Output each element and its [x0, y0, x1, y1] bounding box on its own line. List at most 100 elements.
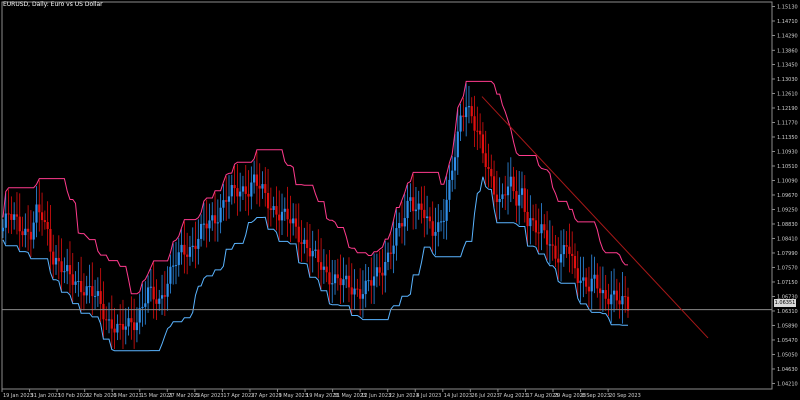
y-tick-label: 1.08410 [777, 236, 798, 242]
candle-body [119, 323, 122, 325]
candle-body [239, 191, 242, 197]
candle-body [18, 216, 21, 232]
candle-body [487, 167, 490, 169]
candle-body [618, 300, 621, 305]
time-axis[interactable]: 19 Jan 202331 Jan 202310 Feb 202322 Feb … [1, 389, 641, 399]
candle-body [437, 222, 440, 232]
candle-body [506, 186, 510, 196]
candle-body [68, 265, 72, 275]
candle-body [227, 196, 231, 202]
candle-body [186, 254, 189, 257]
candle-body [110, 319, 113, 329]
candle-body [554, 245, 557, 259]
candle-body [551, 244, 554, 246]
candle-body [138, 308, 141, 323]
candle-body [596, 274, 599, 289]
candle-body [244, 186, 247, 194]
candle-body [180, 244, 183, 253]
candle-body [275, 206, 278, 215]
candle-body [303, 239, 306, 244]
chart-canvas[interactable]: 1.15130 1.14710 1.14290 1.13860 1.13450 1.130… [0, 0, 800, 400]
price-chart[interactable]: 1.15130 1.14710 1.14290 1.13860 1.13450 1.130… [0, 0, 800, 400]
candle-body [495, 194, 498, 203]
x-tick-label: 17 Apr 2023 [223, 393, 254, 399]
candle-body [467, 106, 471, 108]
candle-body [286, 208, 289, 220]
x-tick-label: 31 Jan 2023 [31, 393, 61, 399]
candle-body [386, 252, 390, 262]
candle-body [225, 200, 228, 202]
y-tick-label: 1.13860 [777, 48, 798, 54]
candle-body [367, 280, 370, 282]
y-tick-label: 1.13450 [777, 62, 798, 68]
candle-body [208, 220, 211, 229]
x-tick-label: 19 Jan 2023 [3, 393, 33, 399]
candle-body [10, 214, 13, 220]
candle-body [529, 218, 532, 227]
candle-body [537, 232, 540, 234]
y-tick-label: 1.07150 [777, 280, 798, 286]
candle-body [21, 231, 24, 236]
candle-body [88, 286, 91, 288]
candle-body [205, 223, 208, 229]
candle-body [515, 191, 518, 206]
candle-body [582, 277, 585, 281]
candle-body [534, 220, 538, 233]
candle-body [308, 248, 312, 257]
candle-body [82, 292, 86, 296]
candle-body [113, 328, 116, 333]
price-axis[interactable]: 1.15130 1.14710 1.14290 1.13860 1.13450 1.130… [772, 4, 798, 387]
y-tick-label: 1.05890 [777, 323, 798, 329]
candle-body [289, 219, 292, 224]
candle-body [434, 231, 437, 236]
candle-body [559, 254, 563, 263]
candle-body [501, 194, 504, 199]
candle-body [610, 294, 613, 305]
candle-body [361, 294, 365, 299]
candle-body [160, 295, 164, 299]
candle-body [322, 266, 325, 270]
candle-body [557, 258, 560, 263]
x-tick-label: 14 Jul 2023 [444, 393, 472, 399]
candle-body [250, 182, 253, 197]
candle-body [509, 176, 512, 187]
current-price-label: 1.06351 [774, 299, 796, 307]
candle-body [442, 220, 445, 222]
candle-body [523, 188, 526, 212]
candle-body [52, 251, 55, 265]
candle-body [585, 277, 588, 287]
candle-body [532, 218, 535, 221]
candle-body [476, 130, 479, 132]
candle-body [105, 319, 108, 321]
y-tick-label: 1.09250 [777, 207, 798, 213]
candle-body [241, 186, 245, 192]
candle-body [389, 252, 392, 254]
candle-body [85, 286, 88, 296]
candle-body [74, 281, 77, 285]
y-tick-label: 1.14710 [777, 19, 798, 25]
y-tick-label: 1.11350 [777, 135, 798, 141]
candle-body [80, 280, 83, 293]
candle-body [615, 290, 618, 301]
y-tick-label: 1.06310 [777, 309, 798, 315]
candle-body [174, 265, 178, 267]
candle-body [372, 276, 376, 286]
x-tick-label: 6 Mar 2023 [113, 393, 142, 399]
candle-body [152, 286, 155, 300]
candle-body [13, 214, 16, 220]
y-tick-label: 1.09670 [777, 193, 798, 199]
candle-body [428, 216, 431, 222]
candle-body [370, 280, 373, 286]
candle-body [543, 224, 546, 231]
x-tick-label: 9 May 2023 [279, 393, 308, 399]
candle-body [149, 286, 152, 288]
candle-body [445, 199, 448, 221]
candle-body [439, 221, 443, 223]
candle-body [272, 206, 275, 210]
envelope-bands [2, 80, 629, 352]
candle-body [247, 193, 250, 197]
candle-body [166, 283, 169, 297]
candle-body [328, 272, 331, 285]
candle-body [336, 274, 339, 279]
candle-body [356, 288, 359, 290]
